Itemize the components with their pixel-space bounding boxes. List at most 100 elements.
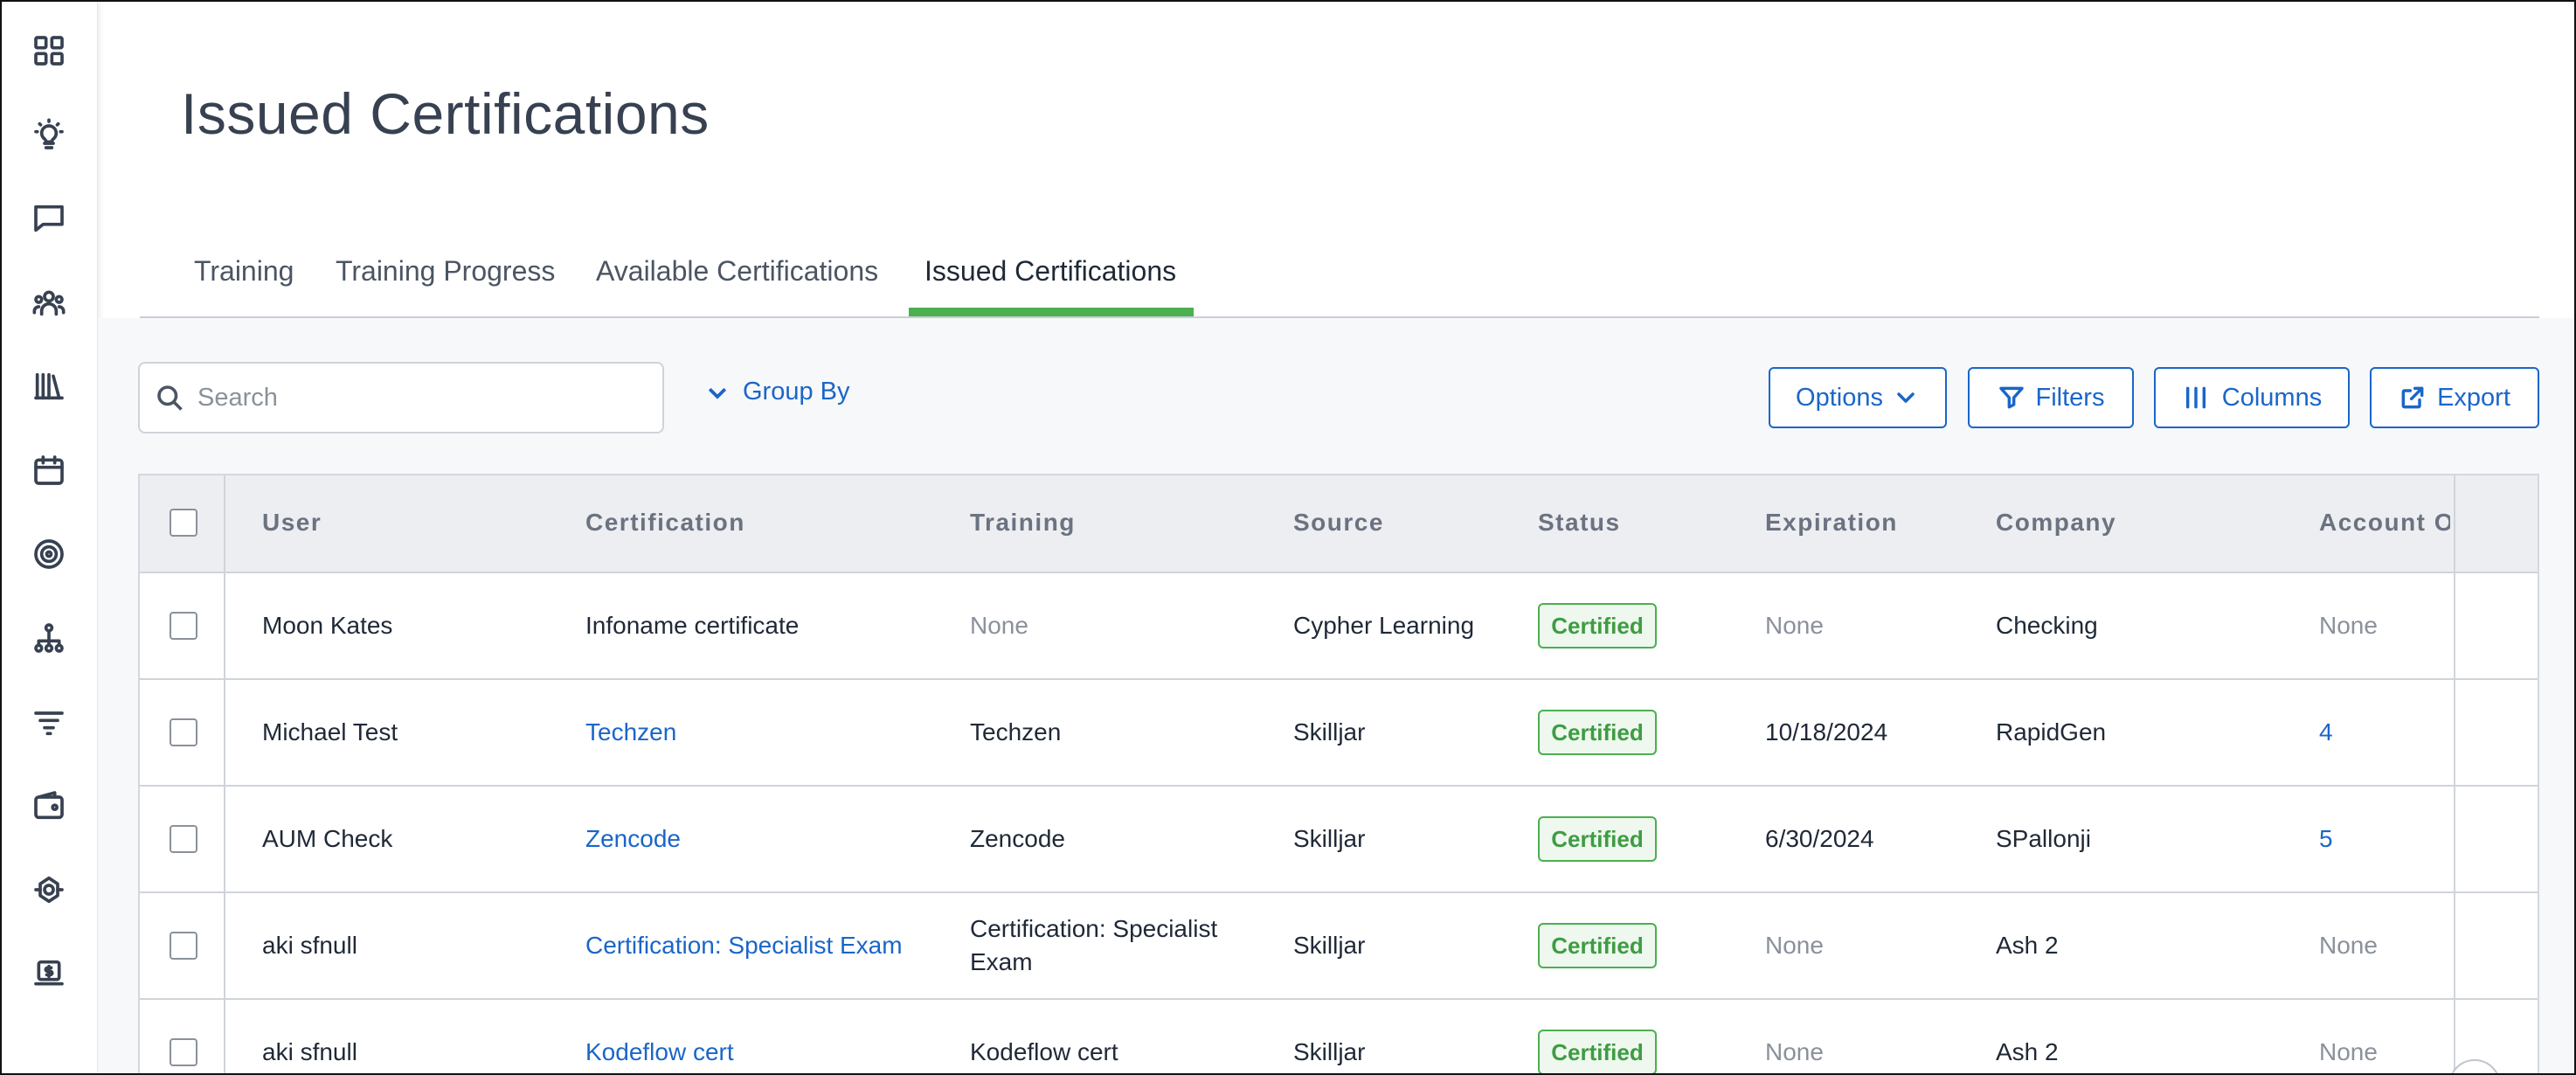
sidebar [2,2,98,1073]
column-header-training[interactable]: Training [970,509,1076,537]
cell-account-owner: None [2319,612,2378,639]
search-box [138,362,664,433]
active-tab-indicator [909,308,1194,316]
cell-expiration: None [1765,612,1824,639]
page-title: Issued Certifications [181,81,710,146]
external-link-icon [2401,386,2424,409]
cell-training: Kodeflow cert [970,1038,1118,1065]
cell-certification-link[interactable]: Techzen [585,718,676,746]
column-header-user[interactable]: User [262,509,322,537]
certifications-table: User Certification Training Source Statu… [138,474,2539,1073]
chat-icon[interactable] [30,199,68,238]
table-row[interactable]: Michael Test Techzen Techzen Skilljar Ce… [140,678,2538,785]
cell-company: RapidGen [1996,718,2107,746]
cell-source: Cypher Learning [1293,612,1475,639]
cell-user: Michael Test [262,718,398,746]
tab-training[interactable]: Training [194,255,294,288]
status-badge: Certified [1538,923,1657,968]
tab-issued-certifications[interactable]: Issued Certifications [924,255,1176,288]
table-row[interactable]: AUM Check Zencode Zencode Skilljar Certi… [140,785,2538,891]
status-badge: Certified [1538,816,1657,862]
cell-account-owner: None [2319,932,2378,959]
columns-label: Columns [2221,383,2323,412]
cell-training: Techzen [970,718,1062,746]
column-header-company[interactable]: Company [1996,509,2116,537]
target-icon[interactable] [30,535,68,573]
column-header-source[interactable]: Source [1293,509,1384,537]
status-badge: Certified [1538,710,1657,755]
settings-network-icon[interactable] [30,870,68,909]
dashboard-icon[interactable] [30,31,68,70]
row-checkbox[interactable] [170,612,197,640]
columns-icon [2185,386,2206,409]
cell-account-owner-link[interactable]: 5 [2319,825,2333,853]
billing-icon[interactable] [30,954,68,993]
column-header-expiration[interactable]: Expiration [1765,509,1898,537]
cell-company: SPallonji [1996,825,2091,852]
tab-available-certifications[interactable]: Available Certifications [596,255,878,288]
tab-bar: Training Training Progress Available Cer… [140,238,2539,318]
export-label: Export [2437,383,2510,412]
cell-user: Moon Kates [262,612,393,639]
filters-button[interactable]: Filters [1968,367,2134,428]
cell-training: Zencode [970,825,1065,852]
calendar-icon[interactable] [30,451,68,489]
cell-user: AUM Check [262,825,393,852]
filters-label: Filters [2035,383,2105,412]
cell-certification: Infoname certificate [585,612,800,639]
group-by-label: Group By [743,378,850,406]
search-input[interactable] [197,383,652,413]
options-label: Options [1796,383,1883,412]
cell-expiration: 6/30/2024 [1765,825,1874,852]
group-by-button[interactable]: Group By [704,378,850,406]
options-button[interactable]: Options [1769,367,1947,428]
library-icon[interactable] [30,367,68,406]
cell-user: aki sfnull [262,932,357,959]
cell-source: Skilljar [1293,932,1366,959]
cell-certification-link[interactable]: Certification: Specialist Exam [585,932,903,960]
cell-company: Checking [1996,612,2098,639]
cell-training: Certification: Specialist Exam [970,915,1218,975]
checkbox-column-divider [224,475,225,1073]
status-badge: Certified [1538,1030,1657,1073]
export-button[interactable]: Export [2370,367,2539,428]
columns-button[interactable]: Columns [2154,367,2350,428]
table-header: User Certification Training Source Statu… [140,475,2538,572]
people-icon[interactable] [30,283,68,322]
cell-source: Skilljar [1293,718,1366,746]
table-row[interactable]: aki sfnull Kodeflow cert Kodeflow cert S… [140,998,2538,1073]
table-row[interactable]: Moon Kates Infoname certificate None Cyp… [140,572,2538,678]
column-header-status[interactable]: Status [1538,509,1621,537]
cell-expiration: None [1765,932,1824,959]
cell-expiration: None [1765,1038,1824,1065]
row-checkbox[interactable] [170,825,197,853]
filter-list-icon[interactable] [30,703,68,741]
row-checkbox[interactable] [170,1038,197,1066]
cell-account-owner-link[interactable]: 4 [2319,718,2333,746]
cell-training: None [970,612,1028,639]
table-row[interactable]: aki sfnull Certification: Specialist Exa… [140,891,2538,998]
filter-icon [1998,386,2024,409]
row-checkbox[interactable] [170,932,197,960]
select-all-checkbox[interactable] [170,509,197,537]
cell-certification-link[interactable]: Zencode [585,825,681,853]
org-chart-icon[interactable] [30,619,68,657]
cell-certification-link[interactable]: Kodeflow cert [585,1038,734,1066]
tab-training-progress[interactable]: Training Progress [336,255,555,288]
search-icon [157,385,183,411]
chevron-down-icon [708,387,727,399]
column-header-certification[interactable]: Certification [585,509,745,537]
row-checkbox[interactable] [170,718,197,746]
wallet-icon[interactable] [30,787,68,825]
cell-account-owner: None [2319,1038,2378,1065]
cell-expiration: 10/18/2024 [1765,718,1888,746]
sticky-column-divider [2454,475,2455,1073]
cell-source: Skilljar [1293,1038,1366,1065]
chevron-down-icon [1897,392,1915,403]
cell-user: aki sfnull [262,1038,357,1065]
column-header-account-owner[interactable]: Account Ov [2319,509,2450,537]
lightbulb-icon[interactable] [30,115,68,154]
cell-company: Ash 2 [1996,1038,2059,1065]
status-badge: Certified [1538,603,1657,648]
app-window: Issued Certifications Training Training … [0,0,2576,1075]
